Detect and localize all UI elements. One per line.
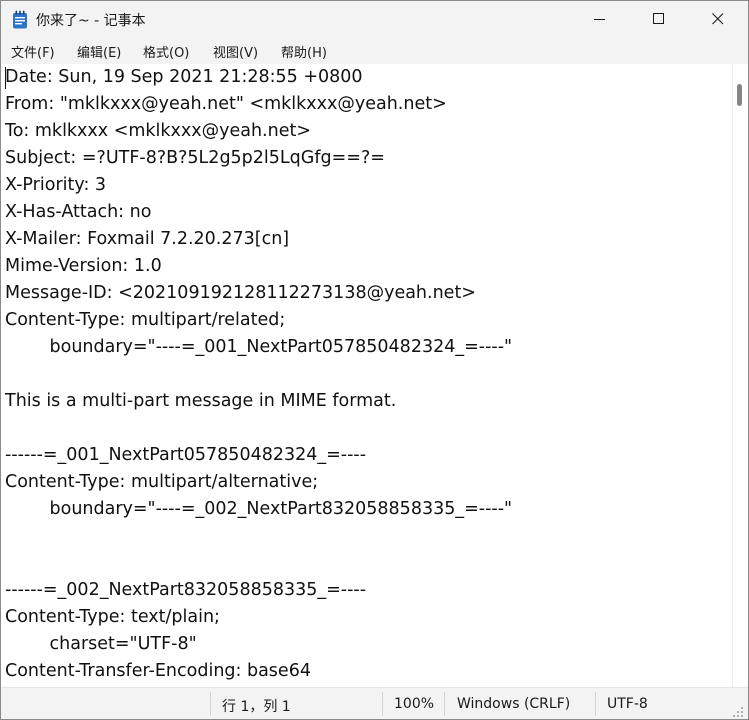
- encoding: UTF-8: [607, 696, 648, 712]
- text-caret: [5, 67, 6, 89]
- menu-format[interactable]: 格式(O): [143, 42, 189, 61]
- close-button[interactable]: [695, 1, 741, 37]
- status-bar: 行 1，列 1 100% Windows (CRLF) UTF-8: [1, 687, 748, 719]
- vertical-scrollbar[interactable]: [732, 64, 748, 687]
- title-bar[interactable]: 你来了~ - 记事本: [1, 1, 748, 37]
- text-editor[interactable]: Date: Sun, 19 Sep 2021 21:28:55 +0800 Fr…: [1, 64, 732, 687]
- scrollbar-thumb[interactable]: [737, 84, 742, 106]
- minimize-button[interactable]: [577, 1, 623, 37]
- status-divider: [444, 692, 445, 716]
- menu-file[interactable]: 文件(F): [11, 42, 55, 61]
- line-ending: Windows (CRLF): [457, 696, 571, 712]
- document-text[interactable]: Date: Sun, 19 Sep 2021 21:28:55 +0800 Fr…: [1, 64, 732, 685]
- cursor-position: 行 1，列 1: [222, 699, 291, 715]
- menu-help[interactable]: 帮助(H): [281, 42, 327, 61]
- resize-grip-icon[interactable]: [732, 706, 744, 718]
- status-divider: [595, 692, 596, 716]
- status-divider: [210, 692, 211, 716]
- menu-view[interactable]: 视图(V): [213, 42, 258, 61]
- menu-edit[interactable]: 编辑(E): [77, 42, 121, 61]
- menu-bar: 文件(F) 编辑(E) 格式(O) 视图(V) 帮助(H): [1, 37, 748, 64]
- window-title: 你来了~ - 记事本: [36, 13, 146, 29]
- maximize-button[interactable]: [636, 1, 682, 37]
- notepad-window: 你来了~ - 记事本 文件(F) 编辑(E) 格式(O) 视图(V) 帮助(H)…: [0, 0, 749, 720]
- close-icon: [712, 13, 724, 25]
- status-divider: [382, 692, 383, 716]
- maximize-icon: [653, 13, 664, 24]
- zoom-level: 100%: [394, 696, 435, 712]
- minimize-icon: [594, 19, 605, 20]
- notepad-icon: [13, 10, 27, 29]
